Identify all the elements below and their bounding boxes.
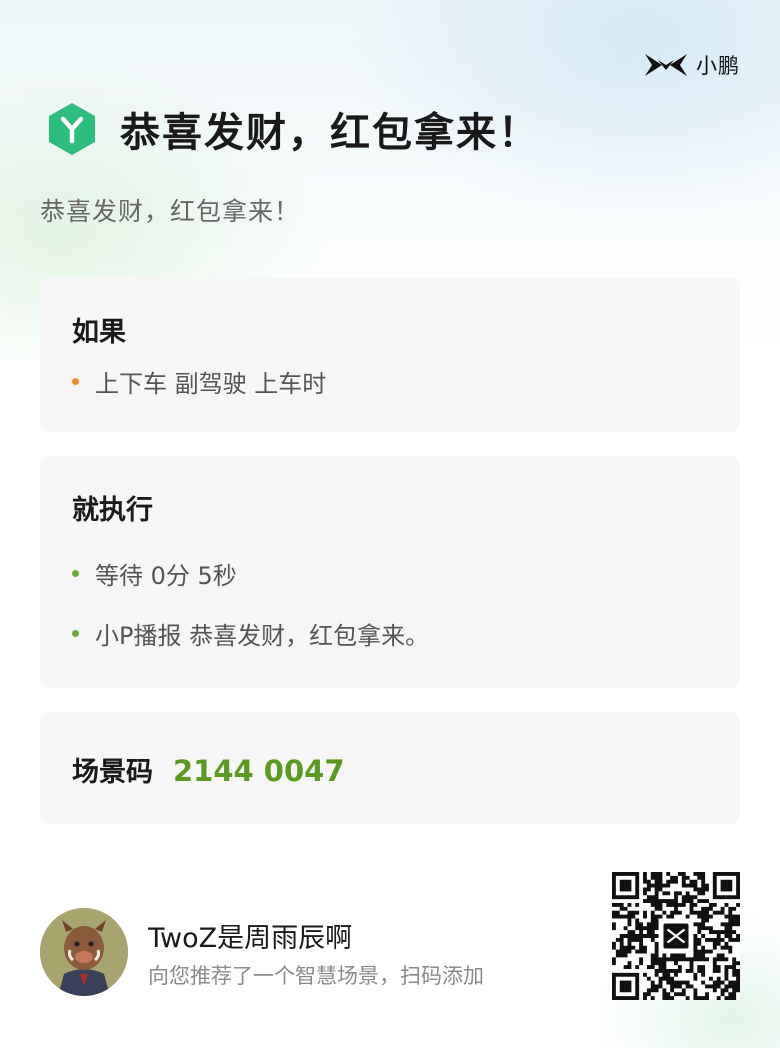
scene-code-label: 场景码 xyxy=(72,757,153,788)
action-item-text: 等待 0分 5秒 xyxy=(95,562,237,590)
action-item: 等待 0分 5秒 xyxy=(72,556,237,591)
scene-code-row: 场景码 2144 0047 xyxy=(72,750,345,789)
bullet-dot-icon xyxy=(72,630,79,637)
boar-avatar-icon xyxy=(40,908,128,996)
qr-code-icon[interactable] xyxy=(612,872,740,1000)
qr-finder-pattern xyxy=(612,872,640,900)
avatar xyxy=(40,908,128,996)
qr-center-logo-icon xyxy=(660,920,692,952)
page-title: 恭喜发财，红包拿来！ xyxy=(120,110,540,156)
qr-finder-pattern xyxy=(712,872,740,900)
bullet-dot-icon xyxy=(72,378,79,385)
qr-finder-pattern xyxy=(612,972,640,1000)
scene-code-card: 场景码 2144 0047 xyxy=(40,712,740,824)
hexagon-y-icon xyxy=(49,103,95,155)
action-card: 就执行 等待 0分 5秒 小P播报 恭喜发财，红包拿来。 xyxy=(40,456,740,688)
share-description: 向您推荐了一个智慧场景，扫码添加 xyxy=(148,964,484,988)
user-name: TwoZ是周雨辰啊 xyxy=(148,923,353,954)
qr-code-graphic xyxy=(612,872,740,1000)
brand-logo: 小鹏 xyxy=(644,50,740,80)
action-title: 就执行 xyxy=(72,495,153,526)
xpeng-logo-icon xyxy=(645,54,687,76)
condition-title: 如果 xyxy=(72,317,126,348)
action-item: 小P播报 恭喜发财，红包拿来。 xyxy=(72,616,429,651)
condition-item-text: 上下车 副驾驶 上车时 xyxy=(95,370,327,398)
condition-card: 如果 上下车 副驾驶 上车时 xyxy=(40,278,740,432)
scene-code-value: 2144 0047 xyxy=(173,754,345,788)
scene-header: 恭喜发财，红包拿来！ xyxy=(48,100,540,158)
action-item-text: 小P播报 恭喜发财，红包拿来。 xyxy=(95,622,430,650)
page-subtitle: 恭喜发财，红包拿来！ xyxy=(40,197,301,226)
brand-name: 小鹏 xyxy=(696,54,740,78)
condition-item: 上下车 副驾驶 上车时 xyxy=(72,364,326,399)
bullet-dot-icon xyxy=(72,570,79,577)
